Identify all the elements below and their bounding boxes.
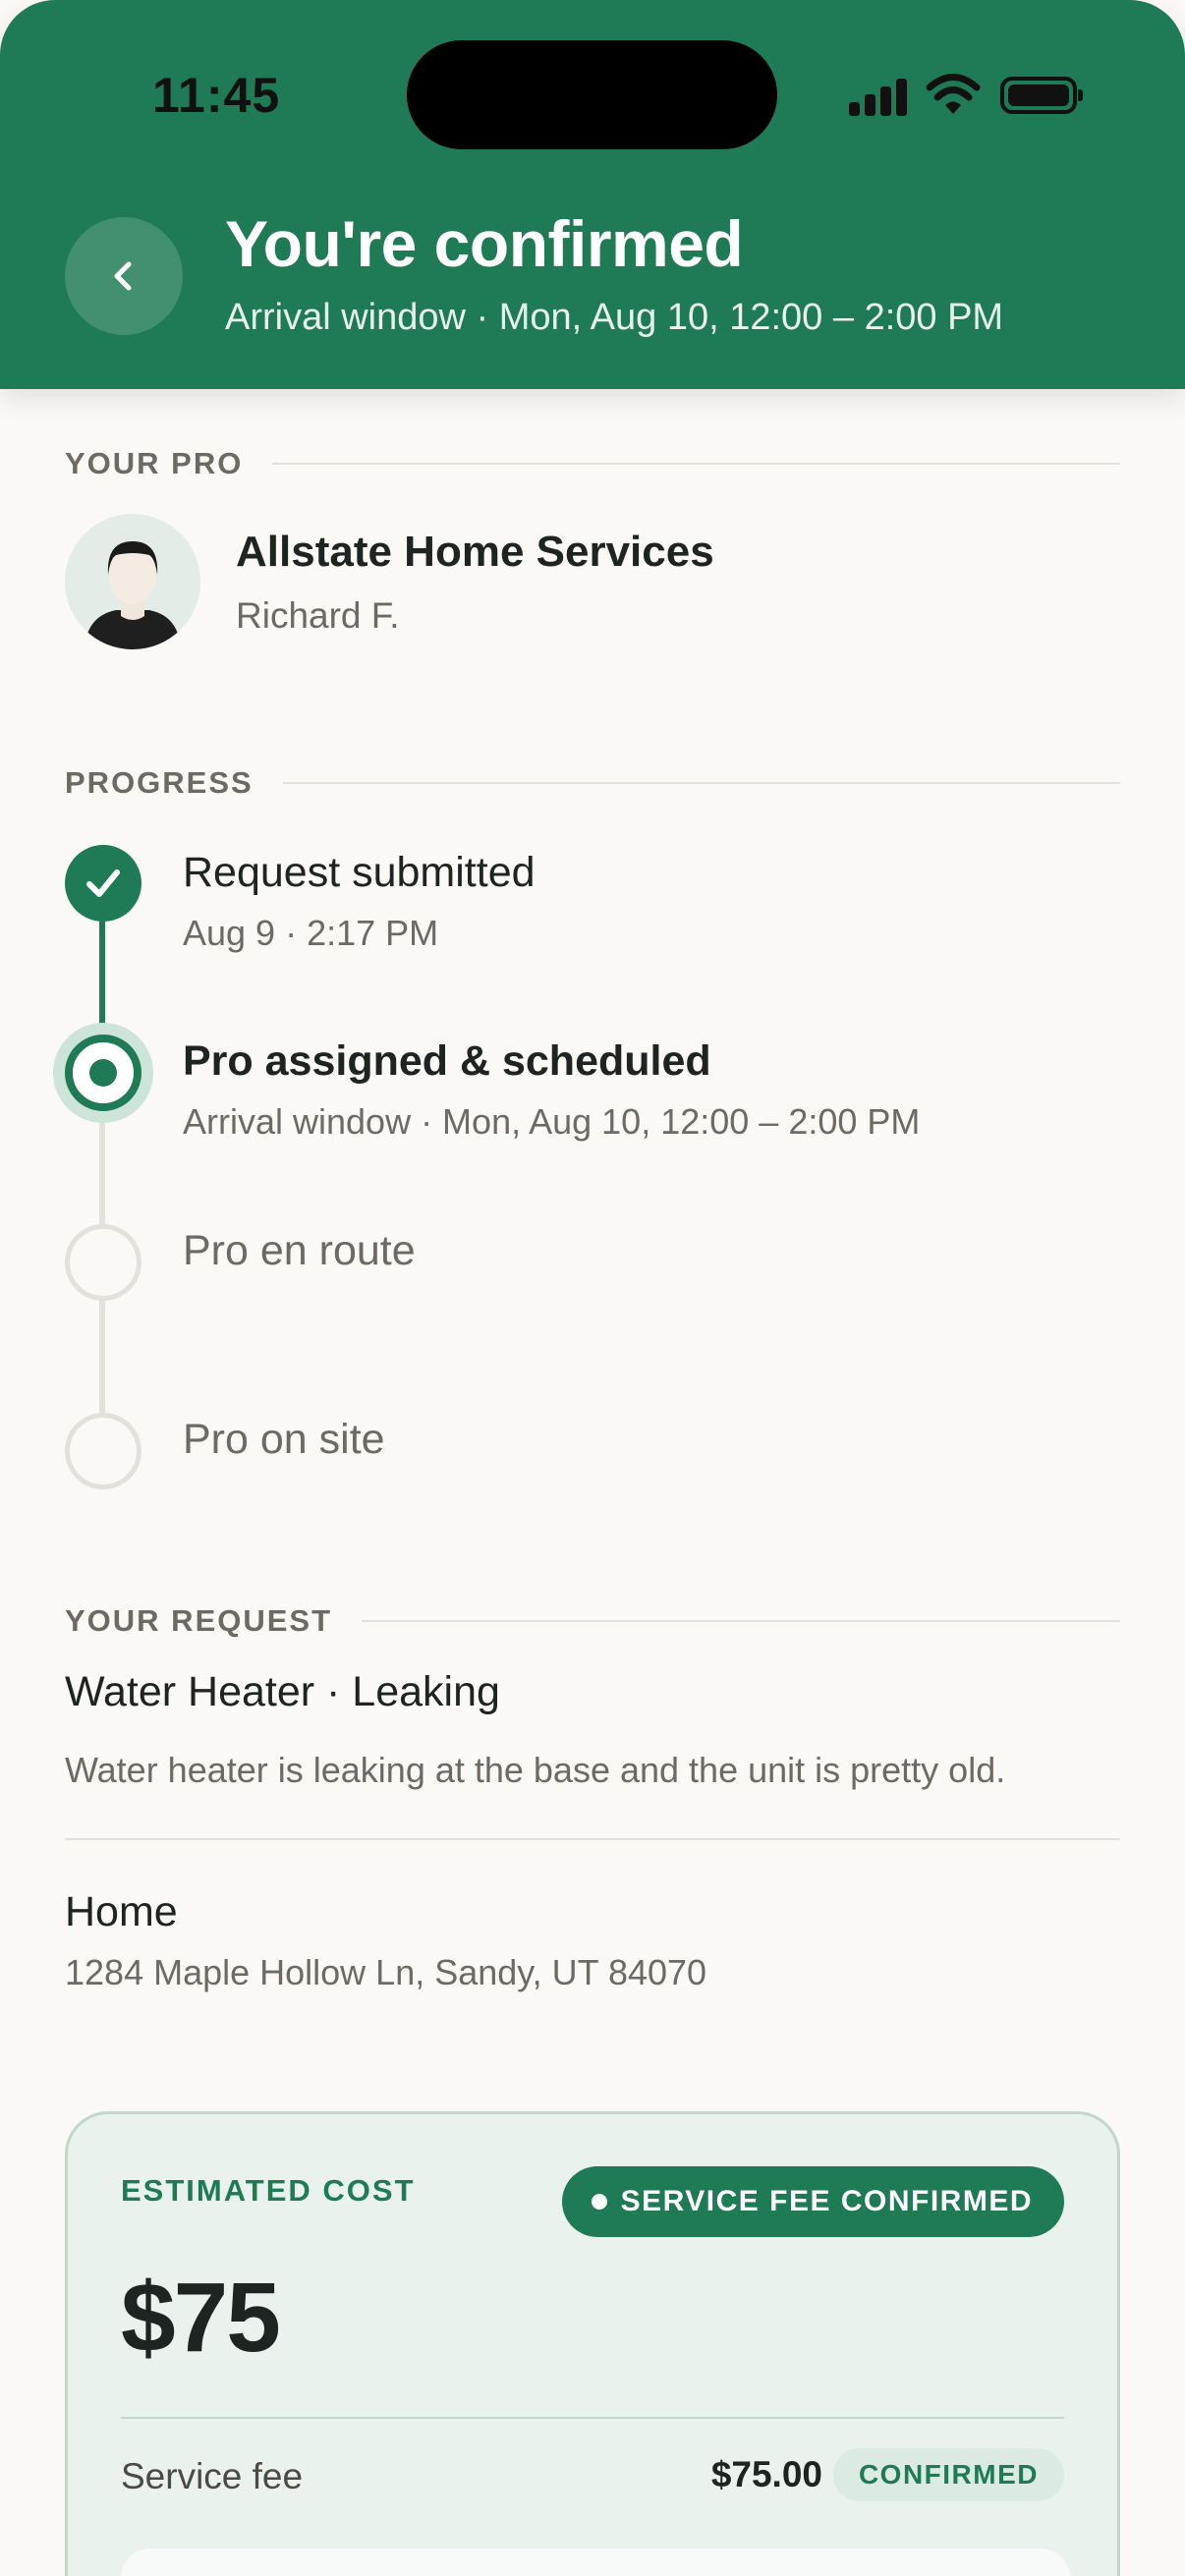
arrival-window-subtitle: Arrival window · Mon, Aug 10, 12:00 – 2:…: [225, 297, 1004, 338]
status-time: 11:45: [152, 68, 281, 123]
line-item-label: Service fee: [121, 2456, 304, 2496]
request-title: Water Heater · Leaking: [65, 1668, 500, 1715]
section-label-your-pro: YOUR PRO: [65, 446, 1120, 481]
section-label-text: YOUR PRO: [65, 446, 244, 480]
battery-icon: [1000, 77, 1083, 114]
step-done-marker: [65, 845, 141, 922]
section-label-progress: PROGRESS: [65, 765, 1120, 801]
check-icon: [86, 869, 120, 897]
pro-avatar[interactable]: [65, 514, 200, 649]
chevron-left-icon: [114, 261, 132, 291]
cellular-signal-icon: [849, 79, 908, 116]
step-title-pro-on-site: Pro on site: [183, 1416, 385, 1463]
step-current-ring: [65, 1035, 141, 1111]
step-current-core: [89, 1059, 117, 1087]
page-title: You're confirmed: [225, 207, 744, 280]
cost-label: ESTIMATED COST: [121, 2173, 416, 2208]
pro-company-name: Allstate Home Services: [236, 528, 714, 576]
section-label-text: YOUR REQUEST: [65, 1603, 333, 1638]
step-current-marker: [53, 1023, 153, 1123]
step-sub-request-submitted: Aug 9 · 2:17 PM: [183, 913, 439, 953]
cost-amount: $75: [121, 2263, 281, 2373]
card-divider: [121, 2417, 1064, 2419]
section-label-text: PROGRESS: [65, 765, 254, 800]
request-divider: [65, 1838, 1120, 1840]
location-label: Home: [65, 1888, 178, 1935]
section-rule: [282, 782, 1120, 784]
step-sub-pro-assigned: Arrival window · Mon, Aug 10, 12:00 – 2:…: [183, 1101, 921, 1142]
header-bar: 11:45 You're confirmed Arrival window · …: [0, 0, 1185, 389]
section-rule: [272, 463, 1120, 465]
section-label-your-request: YOUR REQUEST: [65, 1603, 1120, 1639]
step-pending-marker: [65, 1224, 141, 1301]
status-badge-text: SERVICE FEE CONFIRMED: [620, 2185, 1033, 2217]
step-title-request-submitted: Request submitted: [183, 849, 536, 896]
status-dot-icon: [591, 2194, 607, 2210]
line-item-status-badge: CONFIRMED: [832, 2448, 1064, 2501]
step-title-pro-assigned: Pro assigned & scheduled: [183, 1037, 711, 1085]
back-button[interactable]: [65, 217, 183, 335]
wifi-icon: [926, 74, 981, 114]
pro-person-name: Richard F.: [236, 595, 400, 636]
request-description: Water heater is leaking at the base and …: [65, 1750, 1006, 1790]
dynamic-island: [407, 40, 777, 149]
section-rule: [362, 1620, 1120, 1622]
avatar-portrait: [85, 541, 181, 649]
estimated-cost-card: ESTIMATED COST SERVICE FEE CONFIRMED $75…: [65, 2111, 1120, 2576]
line-item-amount: $75.00: [710, 2454, 822, 2494]
address-text: 1284 Maple Hollow Ln, Sandy, UT 84070: [65, 1952, 707, 1992]
cost-details-panel: [121, 2548, 1070, 2576]
status-badge: SERVICE FEE CONFIRMED: [561, 2166, 1064, 2237]
step-pending-marker: [65, 1413, 141, 1489]
step-title-pro-en-route: Pro en route: [183, 1227, 416, 1274]
